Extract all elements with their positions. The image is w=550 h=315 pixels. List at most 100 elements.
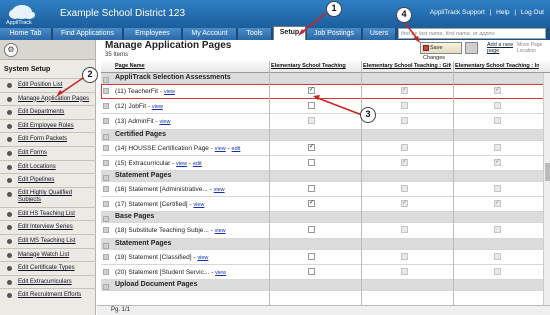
drag-handle[interactable] bbox=[103, 185, 109, 192]
drag-handle[interactable] bbox=[103, 174, 109, 181]
page-name-text: (20) Statement [Student Servic... bbox=[115, 268, 210, 276]
callout-4: 4 bbox=[396, 7, 412, 23]
drag-handle[interactable] bbox=[103, 77, 109, 83]
page-name: (19) Statement [Classified] - view bbox=[115, 253, 209, 261]
drag-handle[interactable] bbox=[103, 253, 109, 260]
assign-checkbox[interactable]: ✓ bbox=[308, 87, 315, 94]
assign-checkbox[interactable] bbox=[308, 267, 315, 275]
add-page-link[interactable]: Add a new page bbox=[487, 42, 513, 54]
column-header[interactable]: Page Name bbox=[115, 63, 265, 69]
page-name-text: (17) Statement [Certified] bbox=[115, 201, 188, 209]
section-header: Base Pages bbox=[101, 212, 550, 224]
assign-checkbox[interactable]: ✓ bbox=[308, 200, 315, 208]
sidebar-item[interactable]: Edit Position List bbox=[0, 78, 96, 92]
tab-tools[interactable]: Tools bbox=[238, 28, 272, 40]
callout-1: 1 bbox=[326, 1, 342, 17]
sidebar: ⚙ System Setup Edit Position List Manage… bbox=[0, 40, 96, 315]
sidebar-item[interactable]: Manage Application Pages bbox=[0, 91, 96, 106]
bullet-icon bbox=[7, 191, 12, 197]
section-header: Statement Pages bbox=[101, 170, 550, 182]
view-link[interactable]: view bbox=[215, 228, 226, 234]
page-name: (18) Substitute Teaching Subje... - view bbox=[115, 227, 226, 235]
sidebar-item[interactable]: Edit Form Packets bbox=[0, 132, 96, 146]
section-title: Statement Pages bbox=[115, 171, 172, 179]
support-link[interactable]: AppliTrack Support bbox=[430, 9, 485, 16]
find-input[interactable]: find by last name, first name, or appno bbox=[398, 28, 546, 39]
assign-checkbox[interactable] bbox=[308, 184, 315, 192]
page-name-text: (19) Statement [Classified] bbox=[115, 253, 192, 261]
tab-find-applications[interactable]: Find Applications bbox=[53, 28, 123, 40]
drag-handle[interactable] bbox=[103, 144, 109, 151]
tab-my-account[interactable]: My Account bbox=[183, 28, 237, 40]
assign-checkbox[interactable] bbox=[308, 102, 315, 110]
sidebar-item[interactable]: Edit Locations bbox=[0, 159, 96, 174]
sidebar-item[interactable]: Edit MS Teaching List bbox=[0, 233, 96, 248]
assign-checkbox[interactable] bbox=[308, 226, 315, 234]
drag-handle[interactable] bbox=[103, 242, 109, 249]
drag-handle[interactable] bbox=[103, 216, 109, 223]
sidebar-item[interactable]: Edit Forms bbox=[0, 145, 96, 160]
table-row: (15) Extracurricular - view - edit ✓ ✓ bbox=[101, 156, 550, 171]
view-link[interactable]: view bbox=[215, 270, 226, 276]
sidebar-item[interactable]: Manage Watch List bbox=[0, 247, 96, 262]
drag-handle[interactable] bbox=[103, 118, 109, 125]
page-name-text: (15) Extracurricular bbox=[115, 159, 171, 167]
sidebar-item[interactable]: Edit Interview Series bbox=[0, 220, 96, 234]
column-header[interactable]: Elementary School Teaching bbox=[271, 63, 359, 69]
drag-handle[interactable] bbox=[103, 159, 109, 166]
view-link[interactable]: view bbox=[197, 255, 208, 261]
tab-employees[interactable]: Employees bbox=[124, 28, 182, 40]
assign-checkbox[interactable]: ✓ bbox=[308, 143, 315, 151]
edit-link[interactable]: edit bbox=[232, 146, 241, 152]
save-changes-button[interactable]: Save Changes bbox=[420, 42, 462, 61]
sidebar-item[interactable]: Edit Certificate Types bbox=[0, 261, 96, 275]
tab-users[interactable]: Users bbox=[363, 28, 396, 40]
sidebar-item[interactable]: Edit Highly Qualified Subjects bbox=[0, 186, 96, 207]
sidebar-item[interactable]: Edit Employee Roles bbox=[0, 118, 96, 133]
view-link[interactable]: view bbox=[152, 104, 163, 110]
scroll-thumb[interactable] bbox=[545, 163, 550, 181]
gear-icon[interactable]: ⚙ bbox=[4, 43, 18, 57]
column-header[interactable]: Elementary School Teaching : Intermed bbox=[455, 63, 539, 69]
edit-link[interactable]: edit bbox=[193, 161, 202, 167]
tab-job-postings[interactable]: Job Postings bbox=[307, 28, 362, 40]
view-link[interactable]: view bbox=[215, 146, 226, 152]
view-link[interactable]: view bbox=[176, 161, 187, 167]
drag-handle[interactable] bbox=[103, 201, 109, 208]
bullet-icon bbox=[7, 211, 12, 217]
drag-handle[interactable] bbox=[103, 283, 109, 290]
view-link[interactable]: view bbox=[159, 119, 170, 125]
drag-handle[interactable] bbox=[103, 227, 109, 234]
assign-checkbox bbox=[401, 184, 408, 192]
applitrack-logo[interactable]: AppliTrack bbox=[4, 2, 48, 26]
bullet-icon bbox=[7, 137, 12, 143]
view-link[interactable]: view bbox=[193, 202, 204, 208]
sidebar-item[interactable]: Edit HS Teaching List bbox=[0, 206, 96, 221]
section-header: AppliTrack Selection Assessments bbox=[101, 73, 550, 84]
sidebar-item[interactable]: Edit Extracurriculars bbox=[0, 274, 96, 289]
sidebar-item[interactable]: Edit Departments bbox=[0, 105, 96, 119]
drag-handle[interactable] bbox=[103, 268, 109, 275]
tab-setup[interactable]: Setup bbox=[273, 26, 306, 40]
drag-handle[interactable] bbox=[103, 88, 109, 94]
tab-home[interactable]: Home Tab bbox=[0, 28, 52, 40]
bullet-icon bbox=[7, 252, 12, 258]
drag-handle[interactable] bbox=[103, 133, 109, 140]
section-title: Base Pages bbox=[115, 213, 155, 221]
bullet-icon bbox=[7, 266, 12, 272]
sidebar-item[interactable]: Edit Recruitment Efforts bbox=[0, 288, 96, 302]
column-header[interactable]: Elementary School Teaching : Gifted bbox=[363, 63, 451, 69]
drag-handle[interactable] bbox=[103, 103, 109, 110]
sidebar-item[interactable]: Edit Pipelines bbox=[0, 173, 96, 187]
assign-checkbox[interactable] bbox=[308, 252, 315, 260]
page-name-text: (11) TeacherFit bbox=[115, 88, 159, 95]
assign-checkbox bbox=[494, 102, 501, 110]
scrollbar[interactable] bbox=[543, 73, 550, 308]
page-name-text: (16) Statement [Administrative... bbox=[115, 185, 208, 193]
view-link[interactable]: view bbox=[214, 187, 225, 193]
help-link[interactable]: Help bbox=[496, 9, 509, 16]
district-name: Example School District 123 bbox=[60, 8, 186, 19]
logout-link[interactable]: Log Out bbox=[521, 9, 544, 16]
assign-checkbox[interactable] bbox=[308, 158, 315, 166]
view-link[interactable]: view bbox=[164, 89, 175, 95]
